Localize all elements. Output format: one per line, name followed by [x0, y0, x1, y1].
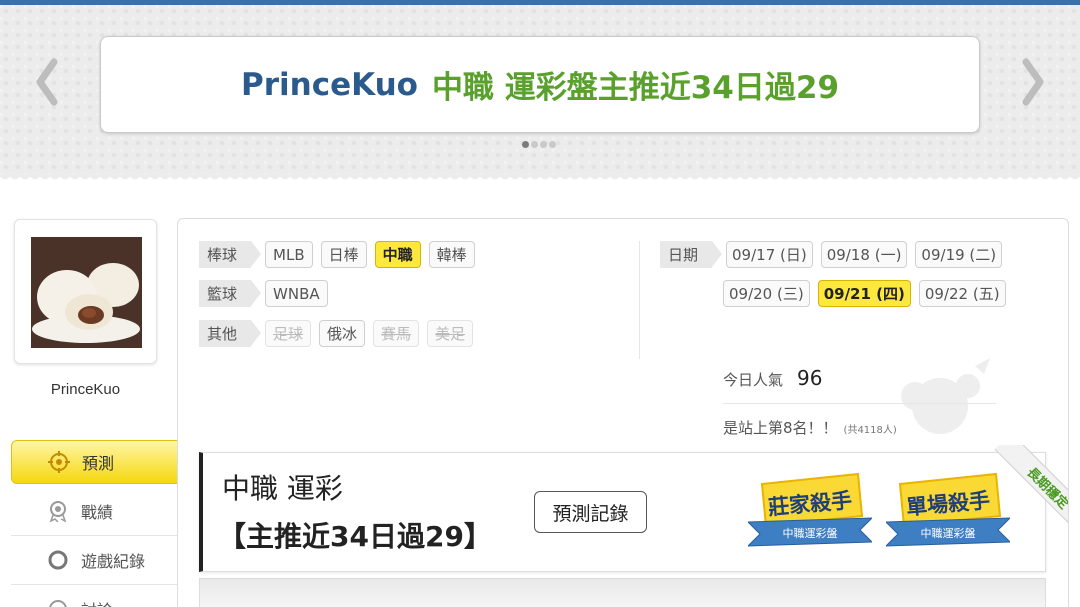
date-chip[interactable]: 09/18 (一) — [820, 241, 908, 268]
avatar[interactable] — [31, 237, 142, 348]
popularity: 今日人氣 96 — [723, 366, 822, 390]
chip-american-football: 美足 — [427, 320, 474, 347]
profile-card — [14, 219, 157, 364]
date-chip[interactable]: 09/19 (二) — [915, 241, 1003, 268]
carousel-next-arrow-icon[interactable] — [1016, 55, 1050, 109]
date-chip[interactable]: 09/22 (五) — [918, 280, 1006, 307]
date-chip[interactable]: 09/17 (日) — [726, 241, 813, 268]
target-icon — [48, 451, 70, 473]
prediction-record-button[interactable]: 預測記錄 — [534, 491, 647, 533]
chip-soccer: 足球 — [265, 320, 312, 347]
nav-item-predict[interactable]: 預測 — [11, 440, 189, 484]
chip-russian-hockey[interactable]: 俄冰 — [319, 320, 366, 347]
category-label-other: 其他 — [199, 320, 262, 347]
badge-banker-killer: 莊家殺手 中職運彩盤 — [746, 470, 874, 554]
chip-mlb[interactable]: MLB — [265, 241, 313, 268]
carousel-dot[interactable] — [540, 141, 547, 148]
date-row-2: 09/20 (三) 09/21 (四) 09/22 (五) — [723, 280, 1014, 307]
banner-area: PrinceKuo 中職 運彩盤主推近34日過29 — [0, 5, 1080, 177]
chip-kbo[interactable]: 韓棒 — [428, 241, 475, 268]
date-label: 日期 — [660, 241, 723, 268]
nav-label: 討論 — [81, 597, 113, 607]
next-card-strip — [199, 578, 1046, 607]
chip-horse-racing: 賽馬 — [373, 320, 420, 347]
filter-row-basketball: 籃球 WNBA — [199, 280, 336, 307]
medal-icon — [47, 500, 69, 522]
rank-text: 是站上第8名！！ — [723, 419, 838, 437]
banner-slide[interactable]: PrinceKuo 中職 運彩盤主推近34日過29 — [100, 36, 980, 133]
carousel-dots — [522, 141, 556, 148]
banner-title: 中職 運彩盤主推近34日過29 — [431, 70, 840, 106]
carousel-dot[interactable] — [522, 141, 529, 148]
filter-row-baseball: 棒球 MLB 日棒 中職 韓棒 — [199, 241, 483, 268]
chat-icon — [47, 598, 69, 607]
side-nav: 預測 戰績 遊戲紀錄 討論 — [11, 440, 189, 607]
nav-item-game-log[interactable]: 遊戲紀錄 — [11, 536, 178, 585]
carousel-prev-arrow-icon[interactable] — [30, 55, 64, 109]
chip-cpbl[interactable]: 中職 — [374, 241, 421, 268]
profile-name[interactable]: PrinceKuo — [14, 381, 157, 398]
carousel-dot[interactable] — [531, 141, 538, 148]
nav-label: 遊戲紀錄 — [81, 552, 146, 571]
ribbon-text: 長期穩定 — [994, 445, 1068, 537]
badge-sub: 中職運彩盤 — [783, 527, 838, 540]
nav-label: 戰績 — [81, 503, 114, 522]
nav-item-record[interactable]: 戰績 — [11, 487, 178, 536]
filter-divider — [639, 241, 640, 359]
rank-total: (共4118人) — [843, 425, 897, 436]
ribbon-long-term-stable: 長期穩定 — [976, 445, 1068, 537]
popularity-value: 96 — [797, 366, 823, 390]
carousel-dot[interactable] — [549, 141, 556, 148]
chip-wnba[interactable]: WNBA — [265, 280, 328, 307]
badge-sub: 中職運彩盤 — [921, 527, 976, 540]
chip-npb[interactable]: 日棒 — [320, 241, 367, 268]
stats-divider — [723, 403, 996, 404]
category-label-basketball: 籃球 — [199, 280, 262, 307]
popularity-label: 今日人氣 — [723, 371, 784, 389]
article-title: 中職 運彩 — [222, 472, 343, 505]
circle-icon — [47, 549, 69, 571]
nav-item-discussion[interactable]: 討論 — [11, 585, 178, 607]
banner-name: PrinceKuo — [240, 66, 418, 103]
date-chip[interactable]: 09/20 (三) — [723, 280, 810, 307]
article-subtitle: 【主推近34日過29】 — [218, 520, 492, 553]
date-row-1: 日期 09/17 (日) 09/18 (一) 09/19 (二) — [660, 241, 1010, 268]
wavy-divider — [0, 174, 1080, 182]
nav-label: 預測 — [82, 454, 115, 473]
filter-row-other: 其他 足球 俄冰 賽馬 美足 — [199, 320, 481, 347]
rank: 是站上第8名！！ (共4118人) — [723, 417, 897, 438]
date-chip-active[interactable]: 09/21 (四) — [817, 280, 911, 307]
category-label-baseball: 棒球 — [199, 241, 262, 268]
